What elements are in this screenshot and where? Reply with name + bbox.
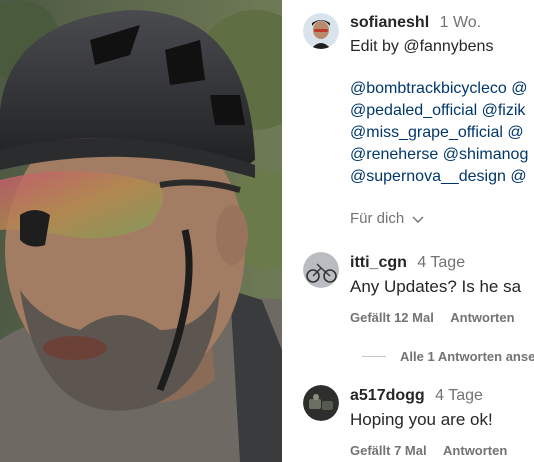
chevron-down-icon: [412, 211, 424, 228]
reply-button[interactable]: Antworten: [443, 443, 507, 458]
comment-time[interactable]: 4 Tage: [417, 254, 465, 271]
commenter-avatar-image: [303, 385, 339, 421]
cyclist-photo: [0, 0, 282, 462]
commenter-avatar[interactable]: [303, 252, 339, 288]
comment-text: Any Updates? Is he sa: [350, 277, 522, 296]
mention-line[interactable]: @reneherse @shimanog: [350, 146, 528, 164]
post-caption: Edit by @fannybens: [350, 38, 494, 55]
comment-likes[interactable]: Gefällt 12 Mal: [350, 310, 434, 325]
mention-line[interactable]: @supernova__design @: [350, 168, 527, 186]
comment-sort-dropdown[interactable]: Für dich: [350, 210, 424, 228]
view-replies-label: Alle 1 Antworten anse: [400, 349, 534, 364]
post-header: sofianeshl 1 Wo.: [350, 14, 481, 32]
comment-header: itti_cgn 4 Tage: [350, 254, 465, 272]
comment-header: a517dogg 4 Tage: [350, 387, 483, 405]
mention-line[interactable]: @miss_grape_official @: [350, 124, 524, 142]
replies-divider: [362, 356, 386, 358]
post-media[interactable]: [0, 0, 282, 462]
comment-username[interactable]: a517dogg: [350, 387, 425, 404]
comment-actions: Gefällt 7 Mal Antworten: [350, 442, 507, 460]
commenter-avatar-image: [303, 252, 339, 288]
mention-line[interactable]: @pedaled_official @fizik: [350, 102, 525, 120]
post-time[interactable]: 1 Wo.: [440, 14, 482, 31]
comment-text: Hoping you are ok!: [350, 410, 493, 429]
author-avatar-image: [303, 13, 339, 49]
commenter-avatar[interactable]: [303, 385, 339, 421]
author-username[interactable]: sofianeshl: [350, 14, 429, 31]
comment-likes[interactable]: Gefällt 7 Mal: [350, 443, 427, 458]
comment-actions: Gefällt 12 Mal Antworten: [350, 309, 515, 327]
comment-time[interactable]: 4 Tage: [435, 387, 483, 404]
reply-button[interactable]: Antworten: [450, 310, 514, 325]
comment-username[interactable]: itti_cgn: [350, 254, 407, 271]
view-replies-button[interactable]: Alle 1 Antworten anse: [362, 348, 534, 366]
comments-panel: sofianeshl 1 Wo. Edit by @fannybens @bom…: [282, 0, 534, 462]
comment-sort-label: Für dich: [350, 210, 405, 227]
author-avatar[interactable]: [303, 13, 339, 49]
mention-line[interactable]: @bombtrackbicycleco @: [350, 80, 527, 98]
